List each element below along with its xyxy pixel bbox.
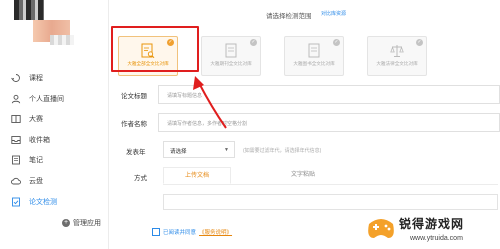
sidebar-item-live-room[interactable]: 个人直播间	[0, 89, 108, 109]
sidebar-item-label: 笔记	[29, 157, 43, 165]
gamepad-logo-icon	[368, 219, 394, 238]
card-law-library[interactable]: ✓ 大雅法律全文比对库	[367, 36, 427, 76]
year-select-value: 请选择	[170, 149, 187, 155]
sidebar-item-notes[interactable]: 笔记	[0, 150, 108, 170]
document-icon	[307, 43, 321, 59]
agreement-text: 已阅读并同意	[163, 230, 197, 236]
check-icon: ✓	[416, 39, 423, 46]
card-label: 大雅图书全文比对库	[293, 61, 335, 66]
watermark-title: 锐得游戏网	[399, 217, 465, 231]
scales-icon	[390, 43, 404, 59]
manage-apps-button[interactable]: + 管理应用	[62, 218, 101, 228]
sidebar-item-paper-check[interactable]: 论文检测	[0, 192, 108, 212]
blurred-avatar-top	[14, 0, 44, 20]
sidebar-item-inbox[interactable]: 收件箱	[0, 130, 108, 150]
agreement-checkbox[interactable]	[152, 228, 160, 236]
sidebar: 课程 个人直播间 大赛 收件箱 笔记 云盘 论文检测 + 管理应用	[0, 0, 108, 249]
upload-area[interactable]	[163, 194, 498, 210]
watermark-url: www.ytruida.com	[410, 235, 463, 242]
tab-paste-text[interactable]: 文字粘贴	[273, 167, 333, 184]
year-hint: (如需要过滤年代，请选择年代信息)	[243, 148, 322, 154]
card-book-library[interactable]: ✓ 大雅图书全文比对库	[284, 36, 344, 76]
note-icon	[11, 155, 21, 165]
plus-icon: +	[62, 219, 70, 227]
agreement-row[interactable]: 已阅读并同意 《服务说明》	[152, 228, 232, 236]
check-icon: ✓	[333, 39, 340, 46]
sidebar-item-label: 论文检测	[29, 198, 57, 206]
service-terms-link[interactable]: 《服务说明》	[199, 228, 232, 236]
sidebar-item-label: 个人直播间	[29, 95, 64, 103]
author-input[interactable]: 请填写作者信息，多作者时空格分割	[158, 113, 500, 132]
scope-title: 请选择检测范围	[266, 13, 312, 20]
year-label: 发表年	[126, 149, 146, 156]
chevron-down-icon: ▼	[224, 147, 229, 153]
sidebar-divider	[108, 0, 109, 249]
year-select[interactable]: 请选择 ▼	[163, 141, 235, 158]
recycle-icon	[11, 73, 21, 83]
manage-apps-label: 管理应用	[73, 220, 101, 227]
title-placeholder: 请填写标题信息	[167, 93, 203, 99]
sidebar-item-label: 课程	[29, 75, 43, 82]
author-label: 作者名称	[121, 121, 147, 128]
upload-method-tabs: 上传文档 文字粘贴	[163, 167, 498, 185]
sidebar-item-label: 云盘	[29, 177, 43, 185]
compare-library-link[interactable]: 对比库资源	[321, 10, 346, 17]
sidebar-nav: 课程 个人直播间 大赛 收件箱 笔记 云盘 论文检测	[0, 68, 108, 212]
book-icon	[11, 114, 21, 124]
sidebar-item-courses[interactable]: 课程	[0, 68, 108, 88]
sidebar-item-contest[interactable]: 大赛	[0, 109, 108, 129]
document-icon	[224, 43, 238, 59]
card-label: 大雅法律全文比对库	[376, 61, 418, 66]
document-check-icon	[11, 197, 21, 207]
sidebar-item-cloud-drive[interactable]: 云盘	[0, 171, 108, 191]
title-label: 论文标题	[121, 93, 147, 100]
check-icon: ✓	[250, 39, 257, 46]
selection-highlight-box	[110, 26, 199, 72]
inbox-icon	[11, 135, 21, 145]
card-label: 大雅期刊全文比对库	[210, 61, 252, 66]
author-placeholder: 请填写作者信息，多作者时空格分割	[167, 121, 248, 127]
user-icon	[11, 94, 21, 104]
blurred-username	[50, 35, 74, 45]
cloud-icon	[11, 176, 21, 186]
sidebar-item-label: 收件箱	[29, 136, 50, 144]
tab-upload-document[interactable]: 上传文档	[163, 167, 231, 184]
title-input[interactable]: 请填写标题信息	[158, 85, 500, 104]
sidebar-item-label: 大赛	[29, 116, 43, 124]
card-journal-library[interactable]: ✓ 大雅期刊全文比对库	[201, 36, 261, 76]
method-label: 方式	[134, 175, 147, 182]
